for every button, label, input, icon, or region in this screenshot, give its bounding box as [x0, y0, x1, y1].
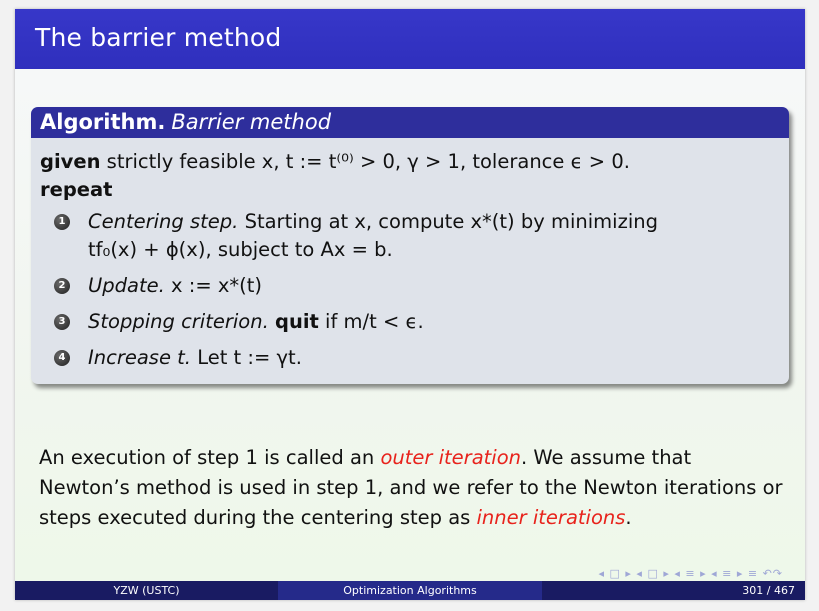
step-1-label: Centering step.	[88, 210, 239, 233]
slide-title: The barrier method	[35, 23, 282, 52]
step-2-text: x := x*(t)	[164, 274, 263, 297]
given-line: given strictly feasible x, t := t⁽⁰⁾ > 0…	[40, 148, 780, 176]
steps-list: 1 Centering step. Starting at x, compute…	[40, 208, 780, 372]
slide: The barrier method Algorithm. Barrier met…	[15, 9, 805, 600]
step-1-text: Starting at x, compute x*(t) by minimizi…	[238, 210, 658, 233]
algorithm-block: Algorithm. Barrier method given strictly …	[31, 107, 789, 384]
step-4-label: Increase t.	[88, 346, 191, 369]
step-1-text-line2: tf₀(x) + ϕ(x), subject to Ax = b.	[88, 238, 393, 261]
repeat-line: repeat	[40, 176, 780, 204]
page-number-text: 301 / 467	[742, 584, 795, 597]
footer: YZW (USTC) Optimization Algorithms 301 /…	[15, 581, 805, 600]
algorithm-keyword: Algorithm.	[40, 110, 166, 134]
inner-iterations-term: inner iterations	[476, 506, 626, 529]
step-1: 1 Centering step. Starting at x, compute…	[40, 208, 780, 264]
outer-iteration-term: outer iteration	[380, 446, 521, 469]
paragraph-text-3: .	[625, 506, 632, 529]
algorithm-block-body: given strictly feasible x, t := t⁽⁰⁾ > 0…	[31, 138, 789, 372]
given-text: strictly feasible x, t := t⁽⁰⁾ > 0, γ > …	[100, 150, 630, 173]
step-2: 2 Update. x := x*(t)	[40, 272, 780, 300]
step-3-text: if m/t < ϵ.	[318, 310, 424, 333]
step-number-2: 2	[54, 278, 70, 294]
step-3-label: Stopping criterion.	[88, 310, 269, 333]
footer-course: Optimization Algorithms	[278, 581, 542, 600]
step-4-text: Let t := γt.	[191, 346, 302, 369]
algorithm-block-header: Algorithm. Barrier method	[31, 107, 789, 138]
beamer-navigation-icons[interactable]: ◂ □ ▸ ◂ □ ▸ ◂ ≡ ▸ ◂ ≡ ▸ ≡ ↶↷	[599, 567, 784, 580]
step-number-1: 1	[54, 214, 70, 230]
step-number-3: 3	[54, 314, 70, 330]
title-bar: The barrier method	[15, 9, 805, 69]
footer-author: YZW (USTC)	[15, 581, 278, 600]
step-4: 4 Increase t. Let t := γt.	[40, 344, 780, 372]
explanation-paragraph: An execution of step 1 is called an oute…	[39, 443, 784, 533]
step-number-4: 4	[54, 350, 70, 366]
paragraph-text-1: An execution of step 1 is called an	[39, 446, 381, 469]
given-keyword: given	[40, 150, 101, 173]
footer-page-number: 301 / 467	[542, 581, 805, 600]
quit-keyword: quit	[275, 310, 319, 333]
step-3: 3 Stopping criterion. quit if m/t < ϵ.	[40, 308, 780, 336]
repeat-keyword: repeat	[40, 178, 113, 201]
step-2-label: Update.	[88, 274, 165, 297]
algorithm-name: Barrier method	[171, 110, 332, 134]
